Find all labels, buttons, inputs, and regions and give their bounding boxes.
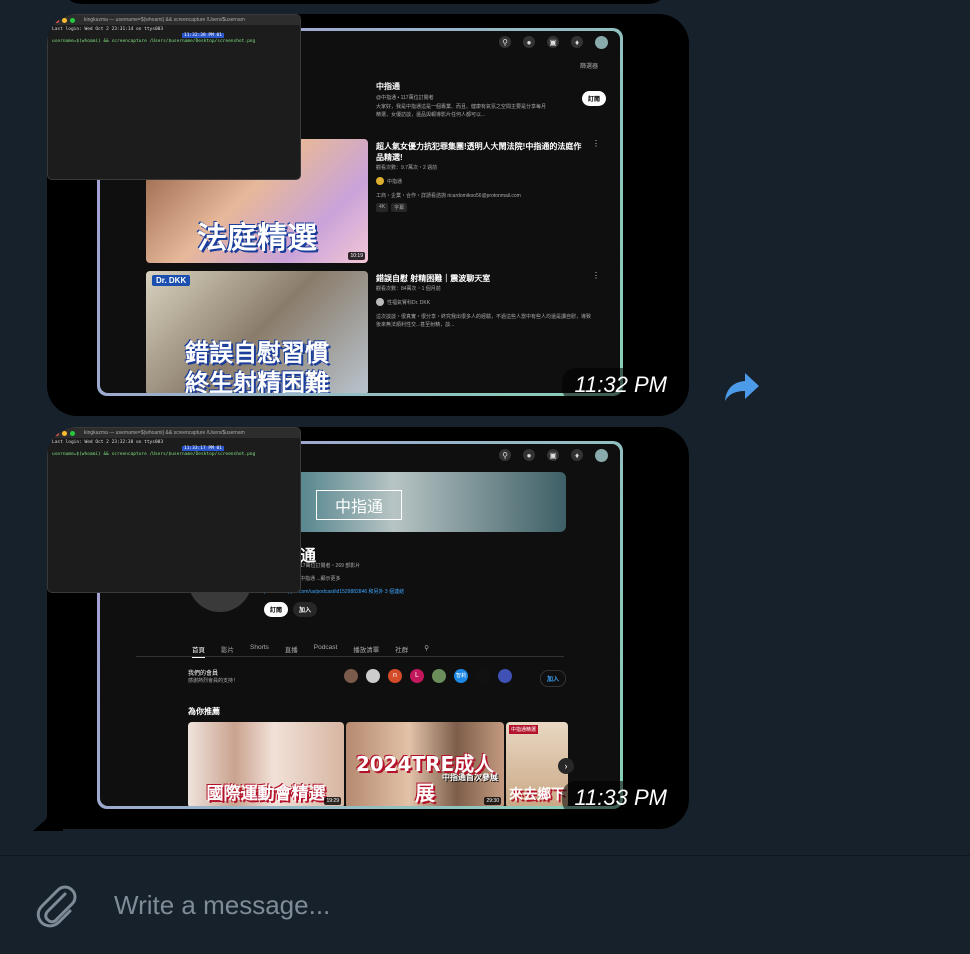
mic-icon: ● [523,449,535,461]
member-avatar: 智莉 [454,669,468,683]
channel-meta: 17萬位訂閱者・269 部影片 [300,563,361,569]
message-timestamp: 11:33 PM [562,781,679,815]
thumbnail-caption: 來去鄉下 [509,787,565,803]
member-avatars: n L 智莉 [344,669,512,683]
recommend-thumbnail-2: 中指通首次參展 2024TRE成人展 29:30 [346,722,504,806]
terminal-title: kingkazma — username=$(whoami) && screen… [84,430,245,436]
recommend-title: 為你推薦 [188,707,220,716]
members-subtitle: 感謝熱烈會員的支持！ [188,678,239,684]
member-avatar [498,669,512,683]
zoom-dot-icon [70,430,75,436]
channel-actions: 訂閱 加入 [264,602,318,617]
video-meta-1: 觀看次數：9.7萬次・2 週前 [376,165,438,171]
terminal-window: kingkazma — username=$(whoami) && screen… [47,427,301,593]
thumbnail-caption: 法庭精選 [197,221,317,256]
video-desc-2-line1: 這次談談・很真實・很分享・終究我出很多人的經驗，不過這些人當中有些人均還是讀自慰… [376,314,592,320]
banner-title: 中指通 [316,490,403,520]
subscribe-button: 訂閱 [581,91,606,106]
member-avatar [476,669,490,683]
paperclip-icon [36,885,77,928]
filter-label: 篩選器 [579,64,598,70]
terminal-status: 11:33:17 PM 01 [182,446,224,451]
member-avatar: n [388,669,402,683]
more-options-icon: ⋮ [592,139,600,148]
subscribe-button: 訂閱 [264,602,289,617]
channel-avatar [376,298,384,306]
avatar [595,448,608,462]
badge-subtitles: 字幕 [391,203,408,212]
video-duration: 10:19 [348,252,365,260]
channel-desc-1: 大家好，我是中指通這是一個專業、而且、健康有氣氛之空間主要是分享每月 [376,104,547,110]
search-icon: ⚲ [499,449,511,461]
message-bubble-1[interactable]: ⚲ ● ▣ ♦ 篩選器 中指通 @中指通 • 117萬位訂閱者 大家好，我是中指… [47,14,689,416]
carousel-next-icon: › [558,758,574,774]
terminal-window: kingkazma — username=$(whoami) && screen… [47,14,301,180]
mic-icon: ● [523,36,535,48]
message-timestamp: 11:32 PM [562,368,679,402]
video-channel-2: 性福氣腎科Dr. DKK [376,298,430,306]
notification-icon: ♦ [571,36,583,48]
close-dot-icon [54,17,59,23]
channel-avatar [376,177,384,185]
video-title-1-line1: 超人氣女優力抗犯罪集團!透明人大鬧法院!中指通的法庭作 [376,142,582,151]
notification-icon: ♦ [571,449,583,461]
member-avatar: L [410,669,424,683]
terminal-titlebar: kingkazma — username=$(whoami) && screen… [48,428,300,438]
terminal-line-command: username=$(whoami) && screencapture /Use… [52,39,256,44]
channel-label: 性福氣腎科Dr. DKK [387,299,431,306]
message-input[interactable] [114,888,934,922]
channel-meta: @中指通 • 117萬位訂閱者 [376,95,434,101]
channel-name: 中指通 [376,82,400,91]
zoom-dot-icon [70,17,75,23]
terminal-titlebar: kingkazma — username=$(whoami) && screen… [48,15,300,25]
members-join-button: 加入 [539,670,566,687]
join-button: 加入 [293,602,318,617]
search-icon: ⚲ [499,36,511,48]
members-title: 我們的會員 [188,671,219,677]
video-thumbnail-2: Dr. DKK 錯誤自慰習慣 終生射精困難 [146,271,368,393]
channel-label: 中指通 [387,178,403,185]
forward-icon [725,373,759,401]
video-meta-2: 觀看次數：84萬次・1 個月前 [376,286,441,292]
video-duration: 19:29 [324,797,341,805]
previous-message-bubble [60,0,670,4]
create-icon: ▣ [547,36,559,48]
member-avatar [366,669,380,683]
minimize-dot-icon [62,430,67,436]
badge-4k: 4K [376,203,389,212]
channel-about: 中指通 ...顯示更多 [300,576,341,582]
attach-button[interactable] [32,880,78,928]
video-title-2: 錯誤自慰 射精困難｜震波聊天室 [376,274,491,283]
avatar [595,35,608,49]
video-badges: 4K 字幕 [376,203,408,212]
minimize-dot-icon [62,17,67,23]
video-channel-1: 中指通 [376,177,402,185]
thumbnail-caption: 2024TRE成人展 [355,752,495,805]
message-bubble-2[interactable]: ⚲ ● ▣ ♦ 中指通 通 17萬位訂閱者・269 部影片 中指通 ...顯示更… [47,427,689,829]
thumbnail-tag: 中指通精選 [509,725,539,734]
terminal-body: Last login: Wed Oct 2 23:32:38 on ttys00… [48,438,300,460]
tabs-divider [136,656,564,657]
video-title-1-line2: 品精選! [376,153,403,162]
channel-desc-2: 精選，女優訪談，還品與報導影片任何人都可以... [376,112,486,118]
member-avatar [432,669,446,683]
terminal-title: kingkazma — username=$(whoami) && screen… [84,17,245,23]
terminal-status: 11:32:38 PM 01 [182,33,224,38]
thumbnail-caption-2: 終生射精困難 [185,369,329,393]
terminal-body: Last login: Wed Oct 2 23:31:14 on ttys00… [48,25,300,47]
video-desc-2-line2: 後來無法順利性交...甚至射精，談... [376,322,455,328]
member-avatar [344,669,358,683]
forward-button[interactable] [722,368,762,406]
create-icon: ▣ [547,449,559,461]
close-dot-icon [54,430,59,436]
more-options-icon: ⋮ [592,271,600,280]
video-duration: 29:30 [484,797,501,805]
recommend-thumbnail-1: 國際運動會精選 19:29 [188,722,344,806]
thumbnail-caption: 國際運動會精選 [206,784,326,804]
video-desc-1: 工商・企業・合作・詳請看諮詢 ricardomikoo56@protonmail… [376,193,521,199]
terminal-line-command: username=$(whoami) && screencapture /Use… [52,452,256,457]
thumbnail-tag: Dr. DKK [152,275,191,286]
